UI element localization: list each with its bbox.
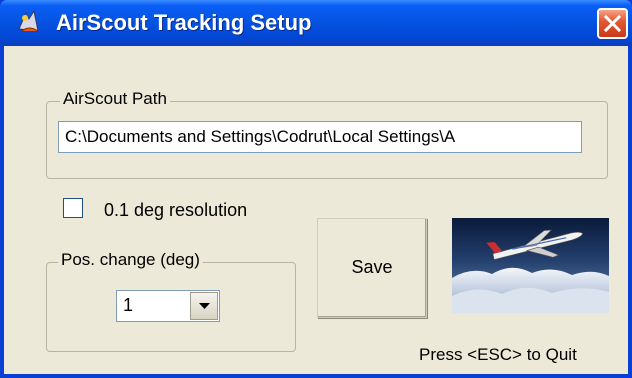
airscout-path-legend: AirScout Path bbox=[60, 89, 170, 109]
close-button[interactable] bbox=[597, 8, 628, 39]
title-bar[interactable]: AirScout Tracking Setup bbox=[0, 0, 632, 46]
airscout-app-icon bbox=[18, 9, 39, 32]
pos-change-selected-value: 1 bbox=[123, 295, 134, 315]
window-border-right bbox=[628, 46, 632, 378]
close-icon bbox=[604, 15, 621, 32]
chevron-down-icon bbox=[199, 303, 210, 309]
airscout-path-input[interactable]: C:\Documents and Settings\Codrut\Local S… bbox=[58, 121, 582, 153]
save-button[interactable]: Save bbox=[317, 218, 427, 318]
window-title: AirScout Tracking Setup bbox=[56, 10, 312, 35]
dialog-window: AirScout Tracking Setup AirScout Path C:… bbox=[0, 0, 632, 378]
window-border-bottom bbox=[0, 374, 632, 378]
dropdown-arrow-button[interactable] bbox=[190, 292, 218, 320]
airplane-clouds-image bbox=[452, 218, 609, 313]
resolution-checkbox-label: 0.1 deg resolution bbox=[104, 200, 248, 220]
pos-change-legend: Pos. change (deg) bbox=[58, 250, 203, 270]
resolution-checkbox[interactable] bbox=[63, 198, 83, 218]
pos-change-select[interactable]: 1 bbox=[116, 290, 220, 322]
escape-hint: Press <ESC> to Quit bbox=[419, 345, 577, 364]
